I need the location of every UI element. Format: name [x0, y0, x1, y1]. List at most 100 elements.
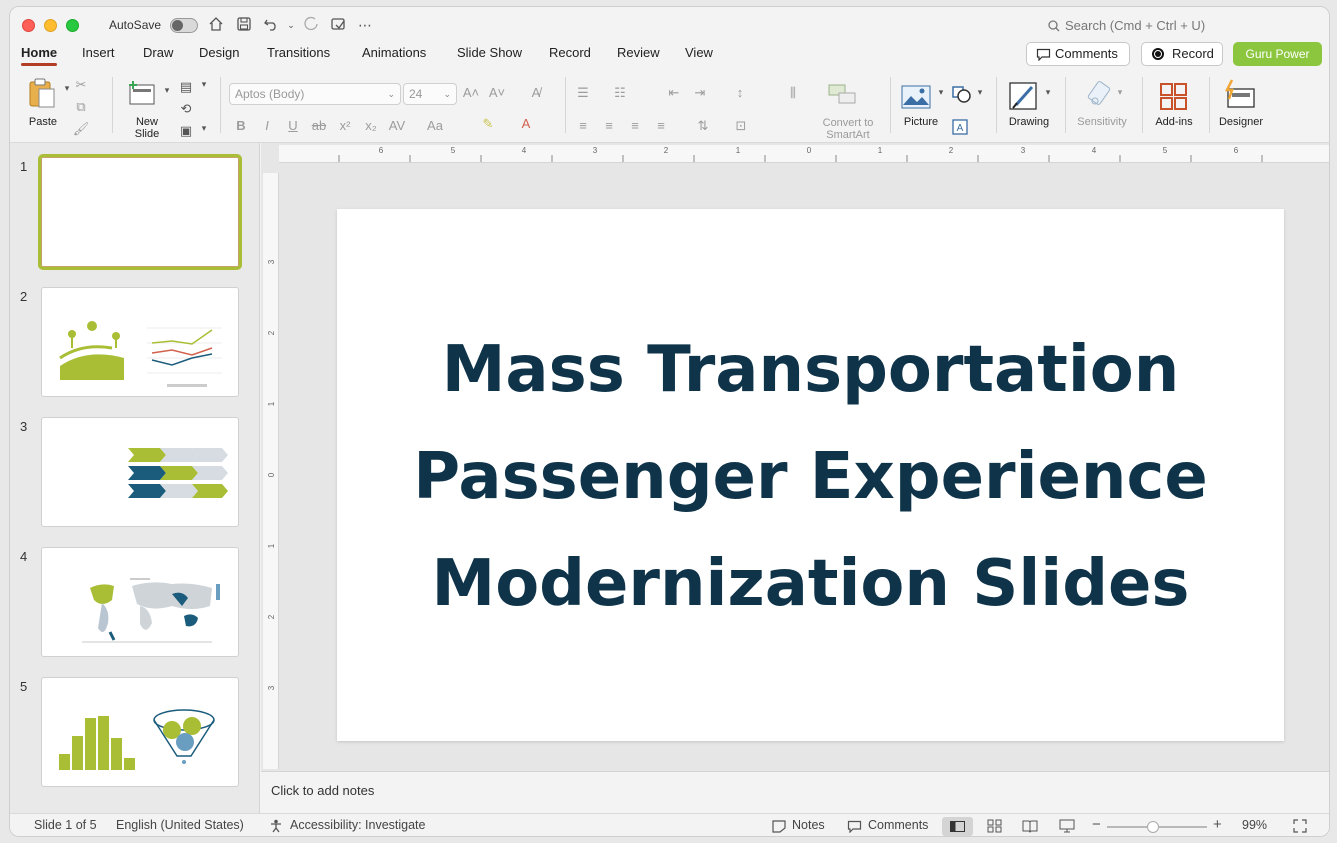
tab-record[interactable]: Record [549, 45, 591, 60]
notes-pane[interactable]: Click to add notes [261, 771, 1329, 813]
slide-title[interactable]: Mass Transportation Passenger Experience… [337, 317, 1284, 638]
tab-design[interactable]: Design [199, 45, 239, 60]
slide-thumbnail-1[interactable] [38, 154, 242, 270]
reset-icon[interactable]: ⟲ [177, 101, 195, 117]
justify-icon: ≡ [657, 118, 665, 133]
layout-dropdown-icon[interactable]: ▾ [195, 79, 213, 90]
more-icon[interactable]: ⋯ [356, 16, 374, 34]
slide-number-1: 1 [20, 159, 28, 174]
title-bar: AutoSave ⌄ ⋯ Search (Cmd + Ctrl + U) [10, 7, 1329, 43]
picture-dropdown-icon[interactable]: ▾ [932, 87, 950, 98]
text-box-icon[interactable]: A [952, 119, 968, 135]
font-color-icon: A [521, 116, 531, 131]
slide-thumbnail-3[interactable] [41, 417, 239, 527]
tab-draw[interactable]: Draw [143, 45, 173, 60]
slide-title-line-3: Modernization Slides [431, 547, 1190, 621]
tab-animations[interactable]: Animations [362, 45, 426, 60]
tab-insert[interactable]: Insert [82, 45, 115, 60]
font-size-combo[interactable]: 24 ⌄ [403, 83, 457, 105]
slide-thumbnail-2[interactable] [41, 287, 239, 397]
search-box[interactable]: Search (Cmd + Ctrl + U) [1048, 18, 1205, 33]
tab-transitions[interactable]: Transitions [267, 45, 330, 60]
undo-icon[interactable] [262, 16, 280, 34]
comments-button[interactable]: Comments [1026, 42, 1130, 66]
autosave-label: AutoSave [109, 18, 162, 32]
zoom-slider[interactable] [1107, 821, 1207, 833]
svg-text:6: 6 [379, 146, 384, 155]
language-indicator[interactable]: English (United States) [116, 818, 244, 832]
format-painter-icon[interactable]: 🖌 [72, 121, 90, 137]
sensitivity-label: Sensitivity [1077, 116, 1127, 128]
font-name-value: Aptos (Body) [235, 87, 305, 101]
zoom-in-button[interactable]: + [1213, 816, 1222, 833]
accessibility-status[interactable]: Accessibility: Investigate [290, 818, 425, 832]
section-icon[interactable]: ▣ [177, 123, 195, 139]
present-icon[interactable] [329, 16, 347, 34]
new-slide-label-2: Slide [134, 128, 160, 140]
slide-show-icon[interactable] [1059, 819, 1075, 833]
svg-text:5: 5 [1163, 146, 1168, 155]
new-slide-dropdown-icon[interactable]: ▾ [158, 85, 176, 96]
tab-view[interactable]: View [685, 45, 713, 60]
current-slide[interactable]: Mass Transportation Passenger Experience… [337, 209, 1284, 741]
save-icon[interactable] [235, 16, 253, 34]
divider [1142, 77, 1143, 133]
slide-thumbnail-4[interactable] [41, 547, 239, 657]
comments-toggle[interactable]: Comments [868, 818, 928, 832]
columns-icon: ⫼ [790, 85, 796, 100]
tab-review[interactable]: Review [617, 45, 660, 60]
new-slide-icon[interactable] [127, 79, 157, 107]
slide-thumbnail-5[interactable] [41, 677, 239, 787]
autosave-toggle[interactable] [170, 18, 198, 33]
tab-slide-show[interactable]: Slide Show [457, 45, 522, 60]
notes-toggle[interactable]: Notes [792, 818, 825, 832]
zoom-level[interactable]: 99% [1242, 818, 1267, 832]
align-left-icon: ≡ [579, 118, 587, 133]
close-window-button[interactable] [22, 19, 35, 32]
reading-view-icon[interactable] [1022, 819, 1038, 833]
zoom-out-button[interactable]: − [1092, 816, 1101, 833]
shapes-dropdown-icon[interactable]: ▾ [971, 87, 989, 98]
bullets-icon: ☰ [577, 85, 589, 100]
svg-text:1: 1 [267, 543, 276, 548]
designer-icon[interactable] [1223, 79, 1257, 111]
bold-icon: B [236, 118, 246, 133]
section-dropdown-icon[interactable]: ▾ [195, 123, 213, 134]
guru-power-button[interactable]: Guru Power [1233, 42, 1322, 66]
ribbon-tabs: Home Insert Draw Design Transitions Anim… [10, 43, 1329, 71]
fit-to-window-icon[interactable] [1293, 819, 1307, 833]
minimize-window-button[interactable] [44, 19, 57, 32]
svg-text:4: 4 [522, 146, 527, 155]
slide-sorter-icon[interactable] [987, 819, 1002, 833]
notes-placeholder: Click to add notes [271, 783, 375, 798]
picture-icon[interactable] [901, 85, 931, 109]
divider [1209, 77, 1210, 133]
record-button[interactable]: Record [1141, 42, 1223, 66]
svg-text:2: 2 [949, 146, 954, 155]
normal-view-button[interactable] [942, 817, 973, 836]
drawing-dropdown-icon[interactable]: ▾ [1039, 87, 1057, 98]
add-ins-label: Add-ins [1155, 116, 1193, 128]
home-icon[interactable] [207, 16, 225, 34]
add-ins-icon[interactable] [1159, 82, 1189, 112]
svg-text:2: 2 [267, 614, 276, 619]
tab-home[interactable]: Home [21, 45, 58, 66]
layout-icon[interactable]: ▤ [177, 79, 195, 95]
zoom-window-button[interactable] [66, 19, 79, 32]
font-name-combo[interactable]: Aptos (Body) ⌄ [229, 83, 401, 105]
divider [996, 77, 997, 133]
zoom-slider-thumb[interactable] [1147, 821, 1159, 833]
paste-icon[interactable] [27, 77, 57, 109]
paste-label: Paste [28, 116, 58, 128]
ribbon-home: ▾ Paste ✂ ⧉ 🖌 ▾ New Slide ▤ ▾ ⟲ ▣ ▾ Apto… [10, 71, 1329, 143]
slide-count: Slide 1 of 5 [34, 818, 97, 832]
svg-text:1: 1 [878, 146, 883, 155]
drawing-icon[interactable] [1008, 81, 1040, 111]
slide-number-4: 4 [20, 549, 28, 564]
search-placeholder: Search (Cmd + Ctrl + U) [1065, 18, 1206, 33]
text-direction-icon: ⇅ [697, 118, 709, 133]
superscript-icon: x² [339, 118, 351, 133]
svg-text:2: 2 [267, 330, 276, 335]
shapes-icon[interactable] [952, 86, 972, 104]
undo-dropdown-icon[interactable]: ⌄ [282, 16, 300, 34]
